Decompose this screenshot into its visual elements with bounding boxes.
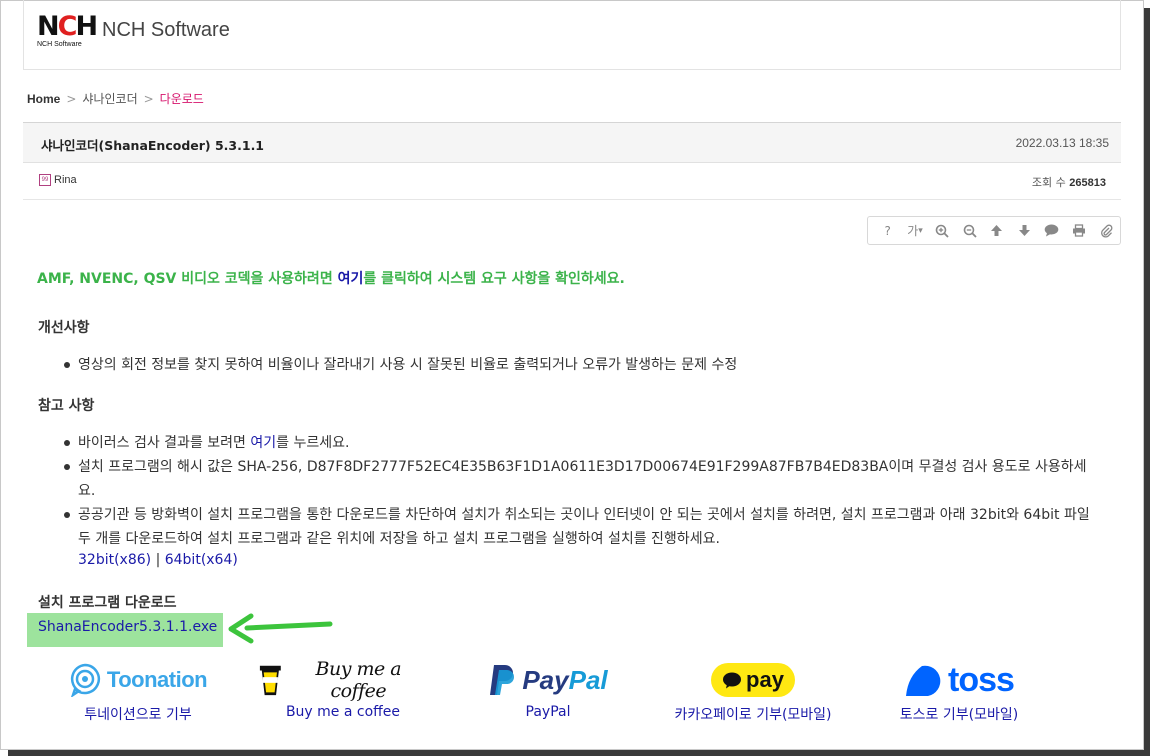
site-name[interactable]: NCH Software [102, 19, 230, 42]
comment-button[interactable] [1038, 217, 1065, 244]
buymeacoffee-logo: Buy me a coffee [258, 658, 428, 702]
breadcrumb-separator-icon: > [143, 91, 154, 106]
kakao-bubble-icon [723, 672, 742, 688]
print-icon [1072, 224, 1085, 237]
nch-logo[interactable]: NCH NCH Software [37, 11, 98, 49]
donate-buymeacoffee[interactable]: Buy me a coffee Buy me a coffee [258, 658, 428, 720]
post-author[interactable]: 99 Rina [39, 174, 77, 186]
kakaopay-logo: pay [668, 658, 838, 702]
codec-notice: AMF, NVENC, QSV 비디오 코덱을 사용하려면 여기를 클릭하여 시… [37, 271, 625, 287]
donate-paypal[interactable]: PayPal PayPal [463, 658, 633, 720]
improvements-list: 영상의 회전 정보를 찾지 못하여 비율이나 잘라내기 사용 시 잘못된 비율로… [62, 353, 1102, 377]
view-count: 조회 수 265813 [1032, 174, 1106, 190]
caret-down-icon: ▾ [918, 225, 923, 236]
zoom-in-button[interactable] [929, 217, 956, 244]
zoom-out-button[interactable] [956, 217, 983, 244]
post-title: 샤나인코더(ShanaEncoder) 5.3.1.1 [41, 138, 265, 153]
arrow-down-icon [1018, 225, 1030, 236]
toss-logo: toss [874, 658, 1044, 702]
paypal-icon [490, 665, 515, 695]
toss-icon [906, 665, 941, 696]
improvements-heading: 개선사항 [38, 320, 90, 336]
paypal-logo: PayPal [463, 658, 633, 702]
kakaopay-donate-link[interactable]: 카카오페이로 기부(모바일) [668, 704, 838, 724]
help-icon: ? [884, 223, 891, 238]
toss-donate-link[interactable]: 토스로 기부(모바일) [874, 704, 1044, 724]
logo-subtext: NCH Software [37, 41, 82, 48]
scroll-down-button[interactable] [1011, 217, 1038, 244]
font-size-button[interactable]: 가 ▾ [901, 217, 928, 244]
donate-toss[interactable]: toss 토스로 기부(모바일) [874, 658, 1044, 724]
toss-wordmark: toss [948, 660, 1015, 699]
list-item: 영상의 회전 정보를 찾지 못하여 비율이나 잘라내기 사용 시 잘못된 비율로… [62, 353, 1102, 377]
author-name: Rina [54, 174, 77, 186]
paperclip-icon [1100, 224, 1113, 237]
pointer-arrow-icon [228, 613, 333, 644]
system-requirements-link[interactable]: 여기 [338, 271, 364, 287]
views-value: 265813 [1069, 177, 1106, 189]
notes-heading: 참고 사항 [38, 398, 95, 414]
arrow-up-icon [991, 225, 1003, 236]
logo-mark: NCH [37, 11, 98, 42]
breadcrumb-separator-icon: > [66, 91, 77, 106]
post-toolbar: ? 가 ▾ [867, 216, 1121, 245]
virus-scan-link[interactable]: 여기 [250, 435, 276, 451]
link-divider: | [155, 552, 161, 568]
member-level-icon: 99 [39, 174, 51, 186]
download-heading: 설치 프로그램 다운로드 [38, 595, 177, 611]
post-date: 2022.03.13 18:35 [1015, 136, 1109, 150]
kakaopay-wordmark: pay [746, 667, 784, 692]
download-64bit-link[interactable]: 64bit(x64) [165, 552, 238, 568]
bit-download-links: 32bit(x86) | 64bit(x64) [78, 552, 238, 568]
help-button[interactable]: ? [874, 217, 901, 244]
site-header: NCH NCH Software NCH Software [23, 0, 1121, 70]
toonation-donate-link[interactable]: 투네이션으로 기부 [53, 704, 223, 724]
donate-toonation[interactable]: Toonation 투네이션으로 기부 [53, 658, 223, 724]
donate-kakaopay[interactable]: pay 카카오페이로 기부(모바일) [668, 658, 838, 724]
list-item: 바이러스 검사 결과를 보려면 여기를 누르세요. [62, 431, 1102, 455]
breadcrumb-current[interactable]: 다운로드 [160, 90, 204, 107]
views-label: 조회 수 [1031, 176, 1066, 189]
toonation-icon [70, 663, 100, 697]
post-title-bar: 샤나인코더(ShanaEncoder) 5.3.1.1 2022.03.13 1… [23, 122, 1121, 163]
download-32bit-link[interactable]: 32bit(x86) [78, 552, 151, 568]
list-item: 공공기관 등 방화벽이 설치 프로그램을 통한 다운로드를 차단하여 설치가 취… [62, 503, 1102, 551]
post-meta-bar: 99 Rina 조회 수 265813 [23, 163, 1121, 200]
breadcrumb-category[interactable]: 샤나인코더 [82, 90, 137, 107]
zoom-in-icon [936, 224, 949, 238]
breadcrumb: Home > 샤나인코더 > 다운로드 [27, 90, 204, 107]
paypal-donate-link[interactable]: PayPal [463, 704, 633, 720]
buymeacoffee-wordmark: Buy me a coffee [315, 658, 402, 702]
list-item: 설치 프로그램의 해시 값은 SHA-256, D87F8DF2777F52EC… [62, 455, 1102, 503]
comment-icon [1044, 224, 1059, 237]
toonation-wordmark: Toonation [106, 667, 208, 692]
scroll-up-button[interactable] [983, 217, 1010, 244]
notes-list: 바이러스 검사 결과를 보려면 여기를 누르세요. 설치 프로그램의 해시 값은… [62, 431, 1102, 551]
installer-download-link[interactable]: ShanaEncoder5.3.1.1.exe [38, 619, 217, 635]
paypal-wordmark: PayPal [522, 664, 608, 695]
toonation-logo: Toonation [53, 658, 223, 702]
buymeacoffee-donate-link[interactable]: Buy me a coffee [258, 704, 428, 720]
zoom-out-icon [963, 224, 977, 238]
print-button[interactable] [1065, 217, 1092, 244]
attachment-button[interactable] [1093, 217, 1120, 244]
breadcrumb-home[interactable]: Home [27, 92, 60, 106]
coffee-cup-icon [259, 665, 281, 696]
